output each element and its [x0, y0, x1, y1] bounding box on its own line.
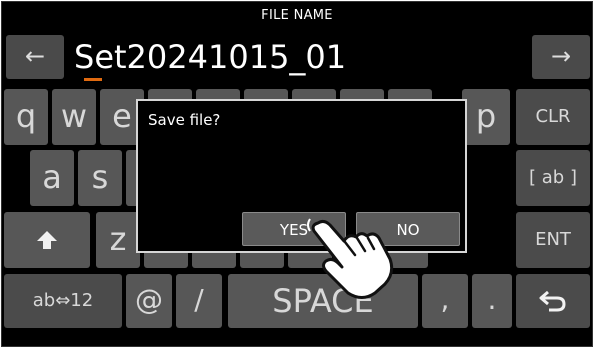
page-title: FILE NAME — [261, 8, 333, 23]
key-a[interactable]: a — [30, 150, 74, 206]
key-period[interactable]: . — [472, 274, 512, 328]
shift-up-arrow-icon — [37, 231, 57, 249]
tapping-hand-icon — [307, 218, 394, 299]
enter-button[interactable]: ENT — [516, 212, 590, 268]
cursor-right-button[interactable]: → — [532, 35, 590, 79]
key-p[interactable]: p — [462, 89, 510, 145]
shift-button[interactable] — [4, 212, 90, 268]
key-s[interactable]: s — [78, 150, 122, 206]
key-at[interactable]: @ — [126, 274, 172, 328]
key-w[interactable]: w — [52, 89, 96, 145]
key-q[interactable]: q — [4, 89, 48, 145]
filename-field[interactable]: Set20241015_01 — [74, 35, 524, 79]
screen: FILE NAME ← Set20241015_01 → q w e r t y… — [1, 1, 593, 347]
ab-mode-button[interactable]: [ ab ] — [516, 150, 590, 206]
dialog-message: Save file? — [148, 111, 221, 129]
key-slash[interactable]: / — [176, 274, 222, 328]
key-z[interactable]: z — [96, 212, 140, 268]
clear-button[interactable]: CLR — [516, 89, 590, 145]
return-arrow-icon — [539, 290, 566, 312]
back-button[interactable] — [516, 274, 590, 328]
key-comma[interactable]: , — [422, 274, 468, 328]
mode-switch-button[interactable]: ab⇔12 — [4, 274, 122, 328]
cursor-left-button[interactable]: ← — [6, 35, 64, 79]
text-cursor — [84, 78, 102, 81]
